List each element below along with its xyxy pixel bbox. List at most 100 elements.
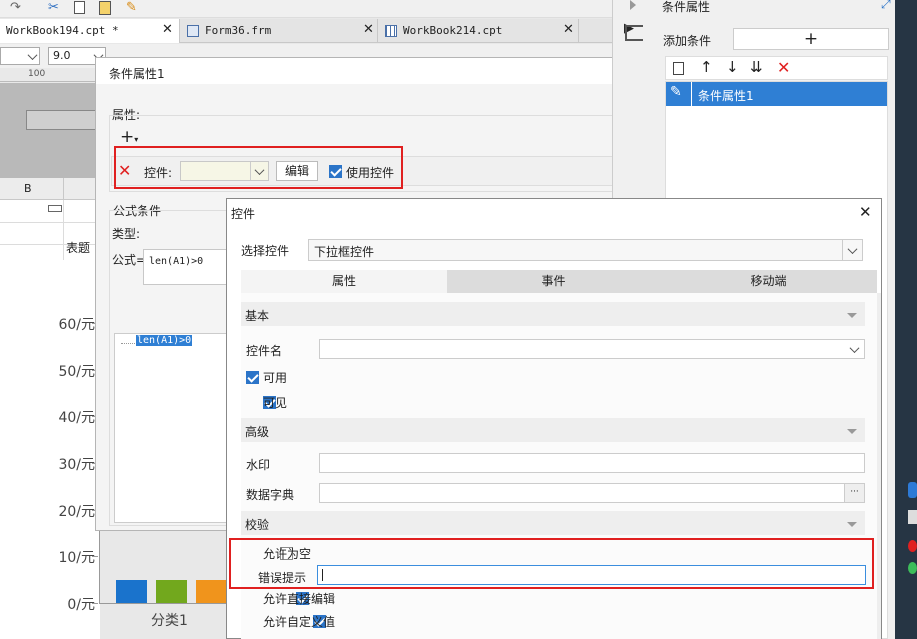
tree-item[interactable]: len(A1)>0 xyxy=(136,335,193,346)
list-toolbar: ↑ ↓ ⇊ ✕ xyxy=(665,56,888,80)
dialog-title: 条件属性1 xyxy=(109,67,165,81)
properties-body: 基本 控件名 可用 可见 高级 水印 数据字典 ··· 校验 允许为空 错误提示… xyxy=(241,293,877,639)
format-brush-icon[interactable]: ✎ xyxy=(126,0,137,15)
allow-edit-label: 允许直接编辑 xyxy=(263,592,336,606)
close-icon[interactable]: ✕ xyxy=(563,22,574,37)
y-tick-label: 0/元 xyxy=(67,597,95,613)
move-bottom-icon[interactable]: ⇊ xyxy=(750,58,763,76)
add-icon[interactable]: +▾ xyxy=(120,127,138,147)
error-tip-input[interactable] xyxy=(317,565,866,585)
font-size-value: 9.0 xyxy=(53,49,71,62)
expand-icon[interactable]: ⤢ xyxy=(881,0,891,12)
use-control-label: 使用控件 xyxy=(346,166,395,180)
tab-bar: WorkBook194.cpt * ✕ Form36.frm ✕ WorkBoo… xyxy=(0,19,612,43)
grid-icon xyxy=(385,25,397,37)
copy-icon[interactable] xyxy=(673,62,684,75)
paste-icon[interactable] xyxy=(99,1,111,15)
allow-empty-label: 允许为空 xyxy=(263,547,312,561)
y-tick-label: 10/元 xyxy=(58,550,95,567)
col-b-label: B xyxy=(24,182,32,195)
add-condition-button-label: + xyxy=(803,29,819,49)
cut-icon[interactable]: ✂ xyxy=(48,0,59,15)
panel-title: 条件属性 xyxy=(662,0,711,14)
redo-icon[interactable]: ↷ xyxy=(10,0,21,15)
error-tip-label: 错误提示 xyxy=(258,571,307,585)
dialog-titlebar: 条件属性1 xyxy=(96,58,657,84)
y-tick-mark xyxy=(92,603,98,604)
tab-properties[interactable]: 属性 xyxy=(241,270,447,293)
y-tick-label: 30/元 xyxy=(58,457,95,473)
control-name-input[interactable] xyxy=(319,339,865,359)
tab-workbook194[interactable]: WorkBook194.cpt * ✕ xyxy=(0,19,180,43)
close-icon[interactable]: ✕ xyxy=(859,203,872,221)
dict-input[interactable]: ··· xyxy=(319,483,865,503)
dict-button-label: ··· xyxy=(850,487,859,497)
section-validate[interactable]: 校验 xyxy=(241,511,865,535)
font-name-select[interactable] xyxy=(0,47,40,65)
control-type-select[interactable]: 下拉框控件 xyxy=(308,239,863,261)
control-row: ✕ 控件: 编辑 使用控件 xyxy=(111,156,649,186)
copy-icon[interactable] xyxy=(74,1,85,14)
attr-group: +▾ ✕ 控件: 编辑 使用控件 xyxy=(109,115,650,192)
play-icon[interactable] xyxy=(630,0,636,10)
ruler: 100 xyxy=(0,68,100,82)
add-condition-label: 添加条件 xyxy=(663,34,712,48)
tab-label: 属性 xyxy=(331,274,356,288)
type-label: 类型: xyxy=(112,227,141,241)
tab-form36[interactable]: Form36.frm ✕ xyxy=(181,19,378,43)
close-icon[interactable]: ✕ xyxy=(363,22,374,37)
pencil-icon: ✎ xyxy=(670,84,682,100)
control-tabs: 属性 事件 移动端 xyxy=(241,270,877,293)
watermark-label: 水印 xyxy=(246,458,271,472)
close-icon[interactable]: ✕ xyxy=(162,22,173,37)
collapse-icon xyxy=(847,313,857,318)
x-tick-label: 分类1 xyxy=(151,613,188,629)
control-dialog-titlebar: 控件 ✕ xyxy=(227,199,881,227)
title-cell: 表题 xyxy=(66,241,91,255)
control-name-label: 控件名 xyxy=(246,344,283,358)
delete-icon[interactable]: ✕ xyxy=(777,58,790,77)
tab-mobile[interactable]: 移动端 xyxy=(660,270,877,293)
form-icon xyxy=(187,25,199,37)
tab-label: 事件 xyxy=(541,274,566,288)
select-control-label: 选择控件 xyxy=(241,244,290,258)
layout-icon[interactable] xyxy=(625,25,643,41)
dict-button[interactable]: ··· xyxy=(844,484,864,502)
arrow-down-icon[interactable]: ↓ xyxy=(726,58,739,76)
control-select[interactable] xyxy=(180,161,269,181)
canvas-gray xyxy=(0,83,100,178)
enabled-checkbox[interactable] xyxy=(246,371,259,384)
col-header: B xyxy=(0,178,100,200)
watermark-input[interactable] xyxy=(319,453,865,473)
section-label: 校验 xyxy=(245,518,270,532)
condition-tree: len(A1)>0 xyxy=(114,333,234,523)
arrow-up-icon[interactable]: ↑ xyxy=(700,58,713,76)
allow-custom-label: 允许自定义值 xyxy=(263,615,336,629)
visible-label: 可见 xyxy=(263,396,288,410)
add-condition-button[interactable]: + xyxy=(733,28,889,50)
section-label: 高级 xyxy=(245,425,270,439)
tab-events[interactable]: 事件 xyxy=(447,270,660,293)
collapse-icon xyxy=(847,522,857,527)
formula-label: 公式= xyxy=(112,253,147,267)
tab-label: WorkBook194.cpt * xyxy=(6,24,119,37)
collapse-icon xyxy=(847,429,857,434)
tab-workbook214[interactable]: WorkBook214.cpt ✕ xyxy=(379,19,579,43)
dict-label: 数据字典 xyxy=(246,488,295,502)
chart-bar xyxy=(156,579,187,603)
delete-icon[interactable]: ✕ xyxy=(118,161,131,180)
section-advanced[interactable]: 高级 xyxy=(241,418,865,442)
section-label: 基本 xyxy=(245,309,270,323)
enabled-label: 可用 xyxy=(263,371,288,385)
tab-label: WorkBook214.cpt xyxy=(403,24,503,37)
control-type-value: 下拉框控件 xyxy=(314,245,375,259)
use-control-checkbox[interactable] xyxy=(329,165,342,178)
control-dialog-title: 控件 xyxy=(231,207,256,221)
section-basic[interactable]: 基本 xyxy=(241,302,865,326)
y-tick-label: 40/元 xyxy=(58,410,95,427)
y-tick-label: 20/元 xyxy=(58,503,95,520)
control-dialog-scrollbar[interactable] xyxy=(877,293,881,639)
edit-button[interactable]: 编辑 xyxy=(276,161,318,181)
tab-label: Form36.frm xyxy=(205,24,272,37)
list-item[interactable]: ✎ 条件属性1 xyxy=(666,82,887,106)
